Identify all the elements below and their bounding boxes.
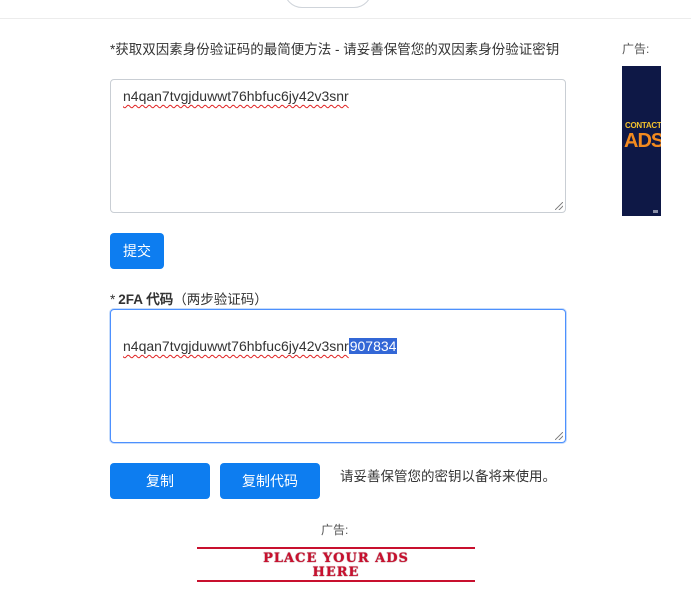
side-ad-banner[interactable]: CONTACT ADS [622,66,661,216]
code-value-selected: 907834 [348,338,398,354]
code-value-prefix: n4qan7tvgjduwwt76hbfuc6jy42v3snr [123,338,349,354]
ad-label-bottom: 广告: [321,523,349,537]
secret-label: *获取双因素身份验证码的最简便方法 - 请妥善保管您的双因素身份验证密钥 [110,42,560,57]
banner-stripe-top [197,547,475,549]
bottom-ad-banner[interactable]: PLACE YOUR ADS HERE [197,546,475,583]
code-label-sub: （两步验证码） [173,292,268,307]
side-ad-logo-icon [653,210,658,213]
copy-button[interactable]: 复制 [110,463,210,499]
banner-stripe-bottom [197,580,475,582]
top-tab[interactable] [284,0,372,8]
copy-hint: 请妥善保管您的密钥以备将来使用。 [340,469,556,484]
required-star: * [110,292,116,307]
banner-line1: PLACE YOUR ADS [263,551,409,566]
submit-button[interactable]: 提交 [110,233,164,269]
ad-label-right: 广告: [622,42,650,56]
copy-code-button[interactable]: 复制代码 [220,463,320,499]
top-divider [0,18,691,19]
side-ad-line2: ADS [624,130,661,152]
code-label: * 2FA 代码（两步验证码） [110,290,268,310]
banner-line2: HERE [312,565,360,580]
resize-handle-icon[interactable] [555,432,563,440]
secret-value: n4qan7tvgjduwwt76hbfuc6jy42v3snr [123,88,349,104]
resize-handle-icon[interactable] [555,202,563,210]
secret-textarea[interactable]: n4qan7tvgjduwwt76hbfuc6jy42v3snr [110,79,566,213]
side-ad-line1: CONTACT [625,121,661,130]
code-textarea[interactable]: n4qan7tvgjduwwt76hbfuc6jy42v3snr907834 [110,309,566,443]
code-label-main: 2FA 代码 [118,292,174,307]
